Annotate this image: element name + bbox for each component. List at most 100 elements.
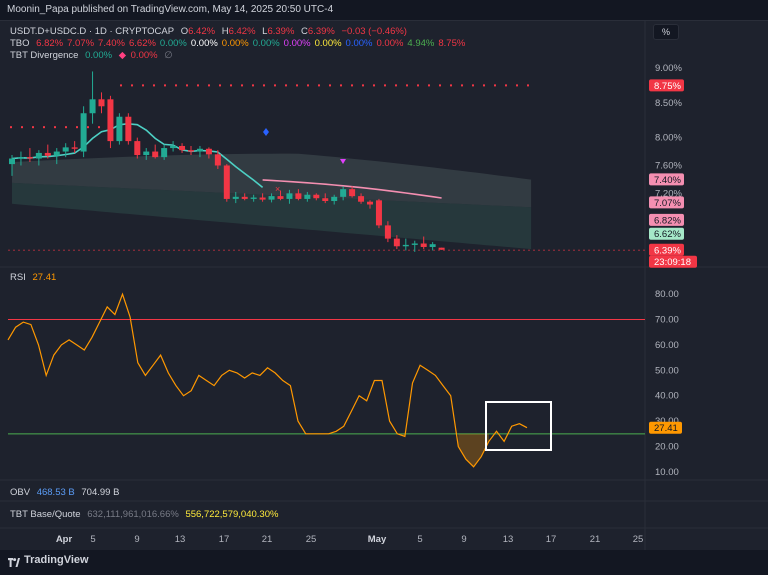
ohlc-close: C6.39%: [301, 26, 335, 37]
candle-body: [384, 225, 391, 239]
candle-body: [80, 113, 87, 152]
candle-body: [53, 151, 60, 156]
current-price-line: [593, 249, 595, 251]
current-price-line: [13, 249, 15, 251]
resistance-dot: [98, 126, 100, 129]
resistance-dot: [54, 126, 56, 129]
current-price-line: [103, 249, 105, 251]
tbo-value: 7.07%: [67, 38, 95, 49]
candle-body: [232, 196, 239, 199]
time-tick-label: 21: [262, 534, 273, 545]
candle-body: [89, 99, 96, 114]
ohlc-open: O6.42%: [180, 26, 216, 37]
ohlc-low: L6.39%: [262, 26, 295, 37]
candle-body: [17, 157, 24, 159]
current-price-line: [343, 249, 345, 251]
publisher-text: Moonin_Papa published on TradingView.com…: [7, 4, 334, 15]
candle-body: [170, 145, 177, 149]
candle-body: [205, 148, 212, 155]
tbo-values: 6.82% 7.07% 7.40% 6.62% 0.00% 0.00% 0.00% 0.00%…: [36, 38, 469, 49]
current-price-line: [23, 249, 25, 251]
resistance-dot: [32, 126, 34, 129]
rsi-series: [7, 292, 645, 468]
tbo-value: 0.00%: [252, 38, 280, 49]
candle-body: [340, 189, 347, 197]
candle-body: [367, 201, 373, 205]
rsi-tick-label: 50.00: [655, 365, 679, 376]
tbo-name[interactable]: TBO: [10, 38, 30, 49]
current-price-line: [518, 249, 520, 251]
price-tick-label: 7.60%: [655, 160, 682, 171]
obv-value-2: 704.99 B: [81, 487, 120, 498]
current-price-line: [558, 249, 560, 251]
symbol-name[interactable]: USDT.D+USDC.D · 1D · CRYPTOCAP: [10, 26, 174, 37]
candle-body: [313, 194, 320, 199]
current-price-line: [28, 249, 30, 251]
percent-scale-button[interactable]: %: [653, 24, 679, 40]
tbo-value: 7.40%: [98, 38, 125, 49]
candle-body: [295, 193, 302, 199]
price-label-text: 6.62%: [654, 229, 681, 240]
candle-body: [9, 158, 15, 165]
resistance-dot: [340, 84, 342, 87]
current-price-line: [623, 249, 625, 251]
resistance-dot: [120, 84, 122, 87]
price-label: 7.07%: [649, 196, 684, 209]
price-tick-label: 8.00%: [655, 133, 682, 144]
candle-body: [116, 116, 123, 142]
resistance-dot: [274, 84, 276, 87]
main-legend: USDT.D+USDC.D · 1D · CRYPTOCAP O6.42% H6…: [10, 26, 411, 38]
rsi-legend: RSI 27.41: [10, 272, 60, 284]
resistance-dot: [197, 84, 199, 87]
candle-body: [143, 151, 150, 156]
resistance-dot: [428, 84, 430, 87]
current-price-line: [223, 249, 225, 251]
current-price-line: [258, 249, 260, 251]
tbo-value: 4.94%: [407, 38, 435, 49]
current-price-line: [98, 249, 100, 251]
current-price-line: [113, 249, 115, 251]
tradingview-logo-icon: [8, 555, 20, 567]
current-price-line: [328, 249, 330, 251]
chart-frame[interactable]: × 9.00%8.50%8.00%7.60%7.20%6.80%8.75%7.4…: [0, 20, 768, 551]
current-price-line: [498, 249, 500, 251]
current-price-line: [173, 249, 175, 251]
resistance-dot: [175, 84, 177, 87]
rsi-tick-label: 10.00: [655, 467, 679, 478]
current-price-line: [428, 249, 430, 251]
divergence-marker-icon: [263, 128, 269, 136]
obv-name[interactable]: OBV: [10, 487, 30, 498]
current-price-line: [368, 249, 370, 251]
current-price-line: [138, 249, 140, 251]
candle-body: [107, 99, 114, 142]
current-price-line: [168, 249, 170, 251]
candle-body: [214, 154, 221, 166]
current-price-line: [268, 249, 270, 251]
rsi-current-label: 27.41: [654, 423, 678, 434]
rsi-name[interactable]: RSI: [10, 272, 26, 283]
current-price-line: [213, 249, 215, 251]
current-price-line: [398, 249, 400, 251]
chart-canvas[interactable]: × 9.00%8.50%8.00%7.60%7.20%6.80%8.75%7.4…: [0, 21, 768, 551]
divergence-name[interactable]: TBT Divergence: [10, 50, 78, 61]
price-label-text: 7.40%: [654, 175, 681, 186]
current-price-line: [58, 249, 60, 251]
candle-body: [438, 247, 445, 250]
current-price-line: [463, 249, 465, 251]
current-price-line: [118, 249, 120, 251]
tbt-value-2: 556,722,579,040.30%: [185, 509, 279, 520]
current-price-line: [303, 249, 305, 251]
candle-body: [98, 99, 105, 107]
current-price-line: [578, 249, 580, 251]
current-price-line: [323, 249, 325, 251]
time-tick-label: 25: [633, 534, 644, 545]
current-price-line: [128, 249, 130, 251]
brand-name: TradingView: [24, 554, 89, 566]
tbt-name[interactable]: TBT Base/Quote: [10, 509, 81, 520]
price-label: 7.40%: [649, 173, 684, 186]
current-price-line: [123, 249, 125, 251]
divergence-legend: TBT Divergence 0.00% ◆ 0.00% ∅: [10, 50, 177, 62]
candle-body: [375, 200, 382, 226]
current-price-line: [88, 249, 90, 251]
candle-body: [35, 152, 42, 159]
